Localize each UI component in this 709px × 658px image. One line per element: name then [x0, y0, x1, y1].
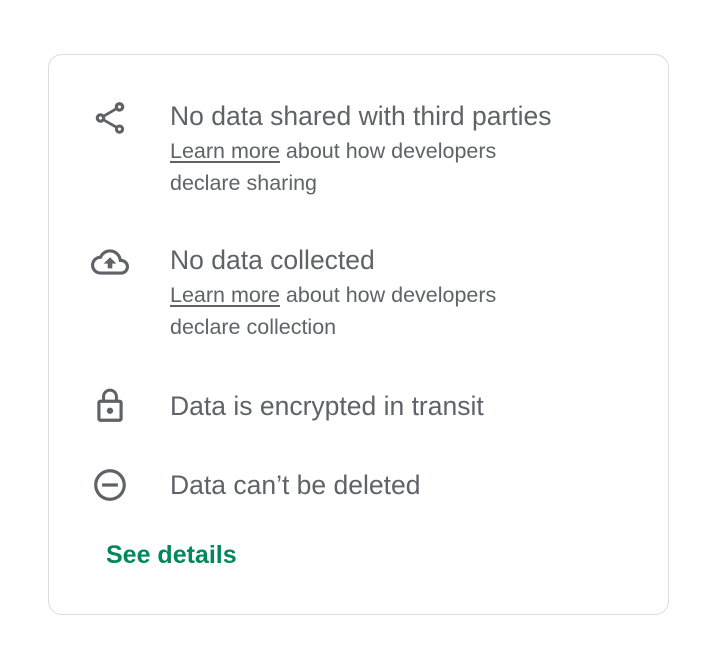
data-collection-description-line2: declare collection	[170, 315, 337, 339]
cloud-upload-icon	[91, 243, 129, 281]
lock-icon	[91, 387, 129, 425]
data-collection-text: No data collected Learn more about how d…	[170, 243, 648, 343]
data-collection-title: No data collected	[170, 245, 375, 275]
data-sharing-description-line2: declare sharing	[170, 171, 318, 195]
data-sharing-description: Learn more about how developers declare …	[170, 135, 648, 199]
see-details-button[interactable]: See details	[106, 541, 237, 570]
learn-more-collection-link[interactable]: Learn more	[170, 283, 280, 307]
data-safety-card: No data shared with third parties Learn …	[48, 54, 669, 615]
data-sharing-description-rest: about how developers	[279, 139, 497, 163]
data-collection-description: Learn more about how developers declare …	[170, 279, 648, 343]
deletion-title: Data can’t be deleted	[170, 470, 421, 500]
share-icon	[91, 99, 129, 137]
data-sharing-text: No data shared with third parties Learn …	[170, 99, 648, 199]
data-sharing-title: No data shared with third parties	[170, 101, 552, 131]
minus-circle-icon	[91, 466, 129, 504]
encryption-title: Data is encrypted in transit	[170, 391, 484, 421]
encryption-text: Data is encrypted in transit	[170, 389, 648, 423]
deletion-text: Data can’t be deleted	[170, 468, 648, 502]
learn-more-sharing-link[interactable]: Learn more	[170, 139, 280, 163]
data-collection-description-rest: about how developers	[279, 283, 497, 307]
